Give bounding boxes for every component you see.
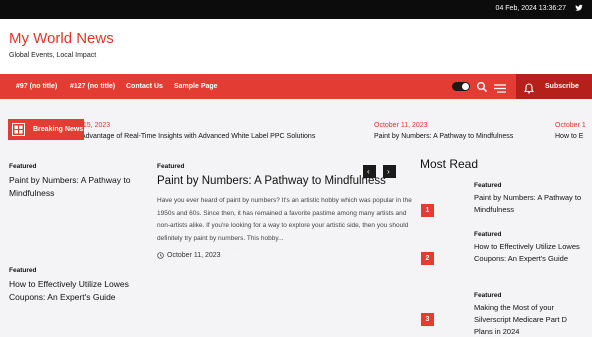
hamburger-menu-icon[interactable] [494,81,506,93]
search-icon-svg [477,82,487,92]
post-title[interactable]: How to Effectively Utilize Lowes Coupons… [9,278,144,304]
most-read-heading: Most Read [420,157,479,171]
most-read-item[interactable]: Featured How to Effectively Utilize Lowe… [474,231,586,265]
toggle-knob [462,83,469,90]
nav-item-97[interactable]: #97 (no title) [16,83,57,90]
breaking-news-text: Breaking News [33,126,84,133]
site-tagline: Global Events, Local Impact [9,52,97,59]
top-bar: 04 Feb, 2024 13:36:27 [0,0,592,19]
main-navigation: #97 (no title) #127 (no title) Contact U… [0,74,592,99]
most-read-item[interactable]: Featured Paint by Numbers: A Pathway to … [474,182,586,216]
left-post[interactable]: Featured How to Effectively Utilize Lowe… [9,267,144,304]
ticker-date: October 1 [555,122,586,129]
ticker-item[interactable]: uly 15, 2023 ke Advantage of Real-Time I… [72,122,315,140]
bell-icon-svg [523,83,535,94]
ticker-title: ke Advantage of Real-Time Insights with … [72,133,316,140]
post-date: October 11, 2023 [167,252,221,259]
left-post[interactable]: Featured Paint by Numbers: A Pathway to … [9,163,144,200]
nav-item-sample-page[interactable]: Sample Page [174,83,218,90]
ticker-item[interactable]: October 1 How to E [555,122,586,140]
subscribe-button[interactable]: Subscribe [516,74,592,99]
chevron-left-icon: ‹ [367,167,370,176]
ticker-title: How to E [555,133,584,140]
slider-next-button[interactable]: › [383,165,396,178]
subscribe-label: Subscribe [545,83,579,90]
post-category[interactable]: Featured [474,231,586,238]
featured-post-excerpt: Have you ever heard of paint by numbers?… [157,197,412,242]
ticker-date: October 11, 2023 [374,122,428,129]
ticker-date: uly 15, 2023 [72,122,111,129]
bell-icon [523,81,535,94]
hamburger-menu-svg [494,84,506,93]
twitter-icon-svg [575,4,583,11]
slider-prev-button[interactable]: ‹ [363,165,376,178]
breaking-news-label: Breaking News [8,119,84,140]
ticker-title: Paint by Numbers: A Pathway to Mindfulne… [374,133,514,140]
ticker-item[interactable]: October 11, 2023 Paint by Numbers: A Pat… [374,122,513,140]
rank-badge: 1 [421,204,434,217]
chevron-right-icon: › [387,167,390,176]
clock-icon [157,252,164,259]
rank-badge: 3 [421,313,434,326]
post-title[interactable]: How to Effectively Utilize Lowes Coupons… [474,241,586,265]
post-category[interactable]: Featured [474,292,586,299]
nav-item-contact-us[interactable]: Contact Us [126,83,163,90]
post-time-ago: 4 months ago [226,252,269,259]
current-datetime: 04 Feb, 2024 13:36:27 [495,5,566,12]
grid-icon-svg [12,123,25,136]
site-title[interactable]: My World News [9,30,114,47]
site-header: My World News Global Events, Local Impac… [0,19,592,74]
post-category[interactable]: Featured [474,182,586,189]
twitter-icon[interactable] [575,4,583,14]
search-icon[interactable] [476,80,488,92]
post-title[interactable]: Paint by Numbers: A Pathway to Mindfulne… [9,174,144,200]
dark-mode-toggle[interactable] [452,82,470,91]
post-category[interactable]: Featured [9,163,144,170]
post-meta: October 11, 2023 4 months ago [157,252,412,259]
post-category[interactable]: Featured [9,267,144,274]
grid-icon [12,123,25,136]
post-title[interactable]: Making the Most of your Silverscript Med… [474,302,586,337]
nav-item-127[interactable]: #127 (no title) [70,83,115,90]
most-read-item[interactable]: Featured Making the Most of your Silvers… [474,292,586,337]
post-title[interactable]: Paint by Numbers: A Pathway to Mindfulne… [474,192,586,216]
rank-badge: 2 [421,252,434,265]
